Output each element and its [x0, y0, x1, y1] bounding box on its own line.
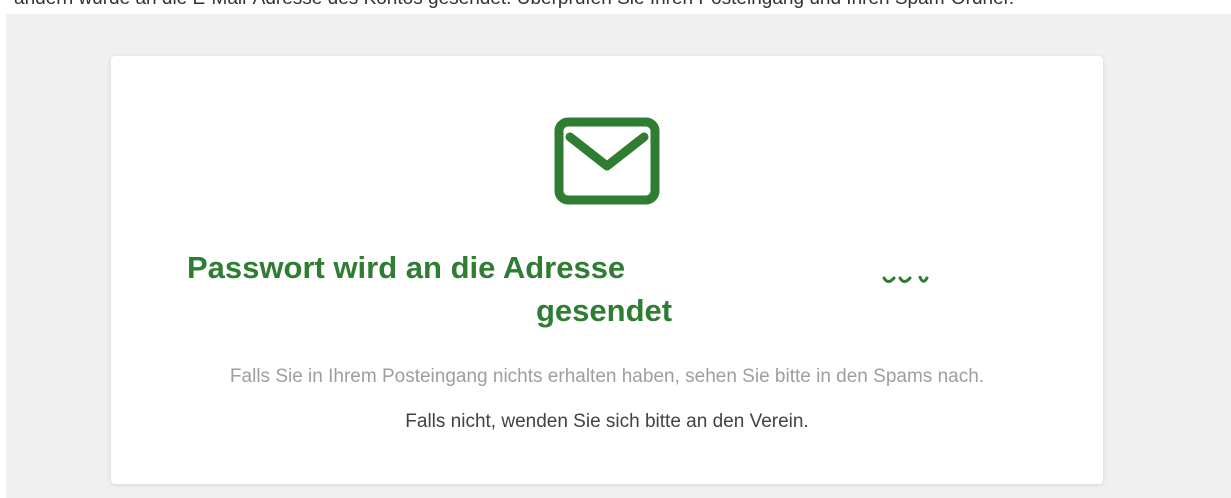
cropped-header-text: ändern wurde an die E-Mail-Adresse des K… [14, 0, 1014, 10]
contact-club-text: Falls nicht, wenden Sie sich bitte an de… [405, 411, 809, 432]
redacted-email-fragment [882, 276, 929, 283]
confirmation-title-line-2: gesendet [536, 293, 673, 328]
mail-icon [554, 117, 660, 205]
confirmation-title-line-1: Passwort wird an die Adresse [187, 250, 626, 285]
spam-hint-text: Falls Sie in Ihrem Posteingang nichts er… [229, 366, 985, 387]
top-cropped-text-strip: ändern wurde an die E-Mail-Adresse des K… [0, 0, 1231, 14]
